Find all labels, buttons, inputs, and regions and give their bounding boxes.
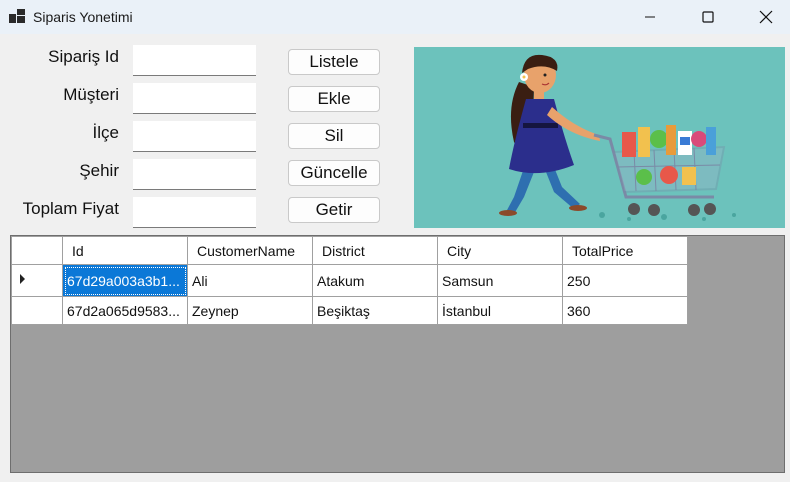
window-title: Siparis Yonetimi: [33, 9, 133, 25]
column-header-customer-name[interactable]: CustomerName: [187, 236, 313, 265]
district-label: İlçe: [92, 123, 119, 142]
cell-total-price[interactable]: 250: [562, 264, 688, 297]
cell-district[interactable]: Atakum: [312, 264, 438, 297]
total-price-input[interactable]: [133, 197, 256, 228]
cell-id[interactable]: 67d29a003a3b1...: [62, 264, 188, 297]
column-header-district[interactable]: District: [312, 236, 438, 265]
column-header-id[interactable]: Id: [62, 236, 188, 265]
orders-grid[interactable]: Id CustomerName District City TotalPrice…: [10, 235, 785, 473]
cell-text: İstanbul: [442, 302, 492, 319]
add-button[interactable]: Ekle: [288, 86, 380, 112]
header-row: Id CustomerName District City TotalPrice: [11, 236, 688, 265]
cell-text: 67d29a003a3b1...: [67, 272, 180, 289]
district-input[interactable]: [133, 121, 256, 152]
shopping-illustration: [414, 47, 785, 228]
row-header-corner[interactable]: [11, 236, 63, 265]
list-button[interactable]: Listele: [288, 49, 380, 75]
order-id-label: Sipariş Id: [48, 47, 119, 66]
cell-text: Ali: [192, 272, 208, 289]
title-bar: Siparis Yonetimi: [0, 0, 790, 34]
minimize-button[interactable]: [627, 0, 673, 34]
column-header-city[interactable]: City: [437, 236, 563, 265]
cell-id[interactable]: 67d2a065d9583...: [62, 296, 188, 325]
total-price-label: Toplam Fiyat: [22, 199, 119, 218]
column-header-total-price[interactable]: TotalPrice: [562, 236, 688, 265]
cell-text: Beşiktaş: [317, 302, 370, 319]
city-label: Şehir: [79, 161, 119, 180]
delete-button[interactable]: Sil: [288, 123, 380, 149]
app-icon: [9, 9, 25, 23]
orders-table: Id CustomerName District City TotalPrice…: [11, 236, 688, 325]
order-id-input[interactable]: [133, 45, 256, 76]
customer-label: Müşteri: [63, 85, 119, 104]
cell-city[interactable]: İstanbul: [437, 296, 563, 325]
cell-total-price[interactable]: 360: [562, 296, 688, 325]
cell-text: 67d2a065d9583...: [67, 302, 180, 319]
update-button[interactable]: Güncelle: [288, 160, 380, 186]
cell-customer-name[interactable]: Ali: [187, 264, 313, 297]
row-header[interactable]: [11, 264, 63, 297]
cell-text: Atakum: [317, 272, 365, 289]
city-input[interactable]: [133, 159, 256, 190]
customer-input[interactable]: [133, 83, 256, 114]
close-button[interactable]: [743, 0, 789, 34]
cell-text: Zeynep: [192, 302, 239, 319]
row-header[interactable]: [11, 296, 63, 325]
cell-text: 360: [567, 302, 591, 319]
close-icon: [759, 10, 773, 24]
minimize-icon: [645, 16, 655, 18]
cell-city[interactable]: Samsun: [437, 264, 563, 297]
get-button[interactable]: Getir: [288, 197, 380, 223]
maximize-icon: [702, 11, 714, 23]
table-row[interactable]: 67d2a065d9583... Zeynep Beşiktaş İstanbu…: [11, 296, 688, 325]
cell-district[interactable]: Beşiktaş: [312, 296, 438, 325]
cell-text: 250: [567, 272, 591, 289]
table-row[interactable]: 67d29a003a3b1... Ali Atakum Samsun 250: [11, 264, 688, 297]
cell-text: Samsun: [442, 272, 494, 289]
current-row-arrow-icon: [20, 274, 25, 284]
cell-customer-name[interactable]: Zeynep: [187, 296, 313, 325]
maximize-button[interactable]: [685, 0, 731, 34]
